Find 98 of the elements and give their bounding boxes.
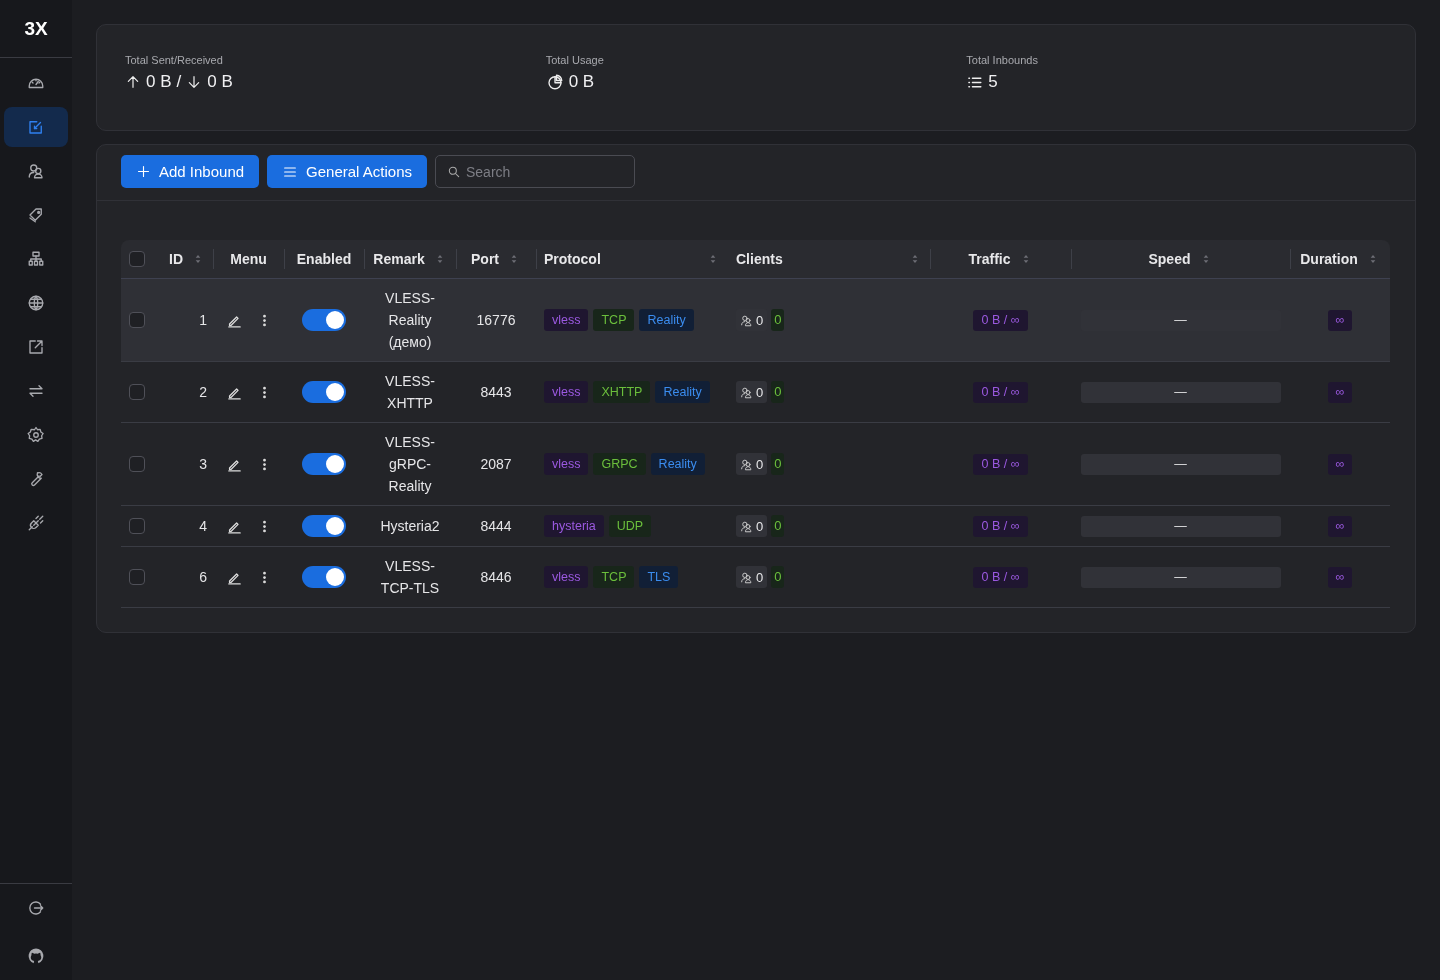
stat-label: Total Inbounds <box>966 54 1039 66</box>
traffic-tag: 0 B / ∞ <box>973 515 1028 537</box>
duration-tag: ∞ <box>1327 381 1353 403</box>
speed-bar: — <box>1080 515 1281 537</box>
users-icon <box>740 519 753 533</box>
users-icon <box>740 457 753 471</box>
tag: hysteria <box>544 515 604 537</box>
duration-tag: ∞ <box>1327 453 1353 475</box>
tag: TLS <box>639 566 679 588</box>
tag: vless <box>544 309 589 331</box>
client-count: 0 <box>736 453 768 475</box>
users-icon <box>740 313 753 327</box>
traffic-tag: 0 B / ∞ <box>973 566 1028 588</box>
tag: Reality <box>655 381 710 403</box>
stat-value: 0 B <box>146 72 172 92</box>
toggle-switch[interactable] <box>302 453 346 475</box>
online-count: 0 <box>771 381 785 403</box>
search-field[interactable]: Search <box>435 155 635 188</box>
plus-icon <box>136 164 151 179</box>
online-count: 0 <box>771 309 785 331</box>
table-cell: 3 <box>199 456 207 472</box>
speed-bar: — <box>1080 309 1281 331</box>
tags-icon <box>27 206 45 224</box>
tag: vless <box>544 381 589 403</box>
add-inbound-button[interactable]: Add Inbound <box>121 155 260 188</box>
logo: 3X <box>24 17 48 40</box>
hierarchy-icon <box>27 250 45 268</box>
checkbox[interactable] <box>129 384 145 400</box>
client-count: 0 <box>736 515 768 537</box>
toggle-switch[interactable] <box>302 381 346 403</box>
traffic-tag: 0 B / ∞ <box>973 453 1028 475</box>
plug-icon <box>27 514 45 532</box>
checkbox[interactable] <box>129 312 145 328</box>
users-icon <box>740 385 753 399</box>
edit-box-icon <box>27 118 45 136</box>
online-count: 0 <box>771 566 785 588</box>
table-cell-text: Hysteria2 <box>380 517 440 536</box>
speed-bar: — <box>1080 453 1281 475</box>
arrow-up-icon <box>125 74 141 90</box>
settings-icon <box>27 426 45 444</box>
swap-icon <box>27 382 45 400</box>
checkbox[interactable] <box>129 251 145 267</box>
tag: vless <box>544 453 589 475</box>
client-count: 0 <box>736 309 768 331</box>
users-icon <box>27 162 45 180</box>
table-cell: 8444 <box>480 518 512 534</box>
toggle-switch[interactable] <box>302 309 346 331</box>
traffic-tag: 0 B / ∞ <box>973 381 1028 403</box>
online-count: 0 <box>771 453 785 475</box>
tag: XHTTP <box>593 381 651 403</box>
client-count: 0 <box>736 381 768 403</box>
stat-value: 0 B <box>568 72 595 92</box>
table-cell-text: VLESS-Reality (демо) <box>384 289 436 352</box>
checkbox[interactable] <box>129 518 145 534</box>
stat-value: 0 B <box>207 72 233 92</box>
general-actions-button[interactable]: General Actions <box>267 155 427 188</box>
tag: vless <box>544 566 589 588</box>
table-cell: 16776 <box>476 312 516 328</box>
table-cell: 2087 <box>480 456 512 472</box>
table-cell: 8443 <box>480 384 512 400</box>
globe-icon <box>27 294 45 312</box>
table-cell: 6 <box>199 569 207 585</box>
logout-icon <box>27 899 45 917</box>
users-icon <box>740 570 753 584</box>
tag: TCP <box>593 309 635 331</box>
stat-separator: / <box>176 72 182 92</box>
external-link-icon <box>27 338 45 356</box>
speed-bar: — <box>1080 566 1281 588</box>
speed-bar: — <box>1080 381 1281 403</box>
client-count: 0 <box>736 566 768 588</box>
tag: Reality <box>639 309 694 331</box>
duration-tag: ∞ <box>1327 566 1353 588</box>
table-cell: 2 <box>199 384 207 400</box>
table-cell: 1 <box>199 312 207 328</box>
table-cell-text: VLESS-XHTTP <box>384 372 436 413</box>
table-cell-text: VLESS-gRPC-Reality <box>384 433 436 496</box>
tag: TCP <box>593 566 635 588</box>
search-icon <box>447 165 461 179</box>
stat-label: Total Sent/Received <box>125 54 224 66</box>
column-header: Enabled <box>295 251 353 267</box>
tag: UDP <box>608 515 652 537</box>
table-cell: 8446 <box>480 569 512 585</box>
toggle-switch[interactable] <box>302 515 346 537</box>
online-count: 0 <box>771 515 785 537</box>
traffic-tag: 0 B / ∞ <box>973 309 1028 331</box>
toggle-switch[interactable] <box>302 566 346 588</box>
checkbox[interactable] <box>129 569 145 585</box>
table-cell-text: VLESS-TCP-TLS <box>379 557 441 598</box>
checkbox[interactable] <box>129 456 145 472</box>
table-cell: 4 <box>199 518 207 534</box>
stat-value: 5 <box>988 72 998 92</box>
column-header: Menu <box>229 251 268 267</box>
stat-label: Total Usage <box>545 54 605 66</box>
tag: GRPC <box>593 453 646 475</box>
duration-tag: ∞ <box>1327 515 1353 537</box>
pie-chart-icon <box>545 73 564 91</box>
tag: Reality <box>650 453 705 475</box>
duration-tag: ∞ <box>1327 309 1353 331</box>
